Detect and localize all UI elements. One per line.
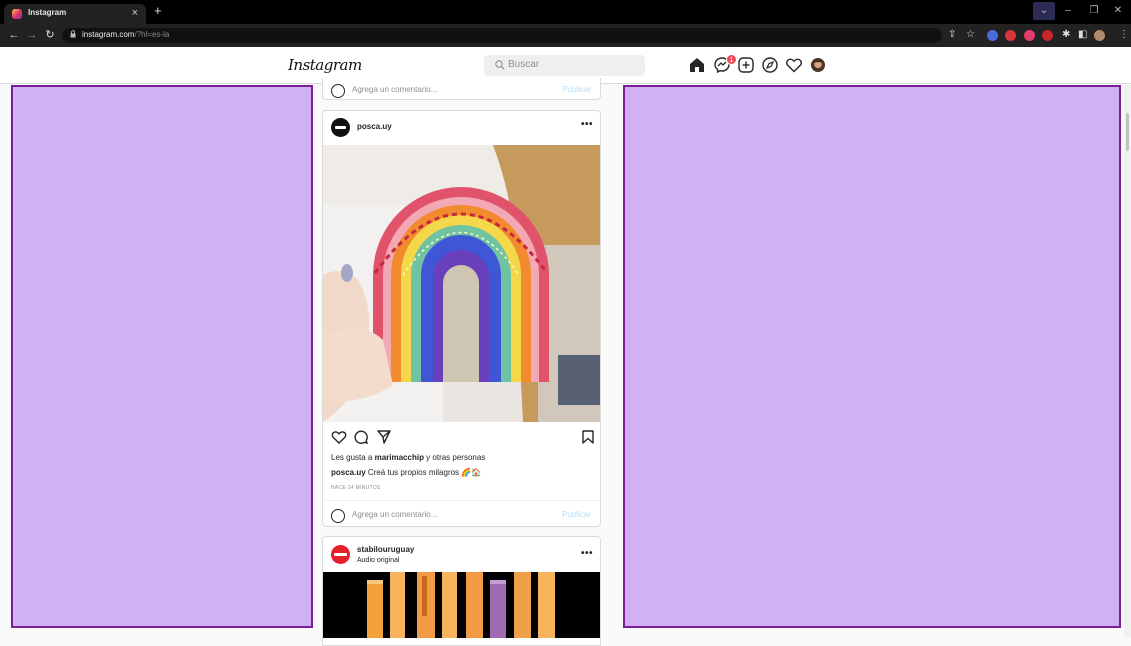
post-username[interactable]: posca.uy — [357, 122, 392, 131]
more-options-icon[interactable]: ••• — [581, 548, 593, 559]
post-username[interactable]: stabilouruguay — [357, 545, 414, 554]
left-panel — [11, 85, 313, 628]
explore-icon[interactable] — [761, 56, 779, 74]
extension-icon[interactable] — [1024, 30, 1035, 41]
share-direct-icon[interactable] — [376, 429, 392, 445]
profile-avatar[interactable] — [809, 56, 827, 74]
instagram-logo[interactable]: Instagram — [288, 56, 362, 74]
forward-icon[interactable]: → — [24, 27, 40, 43]
more-options-icon[interactable]: ••• — [581, 119, 593, 130]
post-video[interactable] — [323, 572, 600, 638]
share-icon[interactable]: ⇪ — [948, 28, 956, 42]
posca-logo-icon — [335, 126, 346, 129]
publish-button[interactable]: Publicar — [562, 85, 591, 94]
comment-icon[interactable] — [353, 429, 369, 445]
extension-icon[interactable] — [987, 30, 998, 41]
save-bookmark-icon[interactable] — [581, 429, 595, 445]
comment-input[interactable]: Agrega un comentario... — [352, 85, 437, 94]
comment-row: Agrega un comentario... Publicar — [323, 503, 600, 525]
post-avatar[interactable] — [331, 545, 350, 564]
close-window-button[interactable]: ✕ — [1107, 2, 1129, 20]
feed-post: stabilouruguay Audio original ••• — [322, 536, 601, 646]
new-post-icon[interactable] — [737, 56, 755, 74]
bookmark-star-icon[interactable]: ☆ — [966, 28, 975, 42]
browser-menu-icon[interactable]: ⋮ — [1119, 28, 1129, 42]
side-panel-icon[interactable]: ◧ — [1078, 28, 1087, 42]
divider — [323, 500, 600, 501]
browser-toolbar: ← → ↻ instagram.com/?hl=es-la ⇪ ☆ ✱ ◧ ⋮ — [0, 24, 1131, 47]
stabilo-logo-icon — [334, 553, 347, 556]
search-icon — [495, 60, 505, 70]
emoji-icon[interactable] — [331, 84, 345, 98]
page-scrollbar[interactable] — [1124, 85, 1131, 637]
publish-button[interactable]: Publicar — [562, 510, 591, 519]
profile-avatar-icon[interactable] — [1094, 30, 1105, 41]
back-icon[interactable]: ← — [6, 27, 22, 43]
browser-tab[interactable]: Instagram × — [4, 4, 146, 24]
right-panel — [623, 85, 1121, 628]
post-avatar[interactable] — [331, 118, 350, 137]
search-input[interactable]: Buscar — [484, 55, 645, 76]
post-caption: posca.uy Creá tus propios milagros 🌈🏠 — [331, 468, 482, 477]
activity-heart-icon[interactable] — [785, 56, 803, 74]
extension-icon[interactable] — [1042, 30, 1053, 41]
new-tab-button[interactable]: + — [154, 4, 162, 18]
tab-close-icon[interactable]: × — [132, 6, 138, 20]
feed-post: posca.uy ••• Les gusta a marimacchip y o… — [322, 110, 601, 527]
minimize-button[interactable]: – — [1057, 2, 1079, 20]
search-placeholder: Buscar — [508, 59, 540, 70]
audio-label[interactable]: Audio original — [357, 557, 399, 564]
extension-icon[interactable] — [1005, 30, 1016, 41]
url-text: instagram.com/?hl=es-la — [82, 30, 170, 39]
comment-input[interactable]: Agrega un comentario... — [352, 510, 437, 519]
tab-title: Instagram — [28, 8, 67, 17]
browser-tab-bar: Instagram × + ⌄ – ❐ ✕ — [0, 0, 1131, 24]
reload-icon[interactable]: ↻ — [42, 27, 58, 43]
caption-username[interactable]: posca.uy — [331, 468, 366, 477]
tab-search-button[interactable]: ⌄ — [1033, 2, 1055, 20]
post-image[interactable] — [323, 145, 600, 422]
emoji-icon[interactable] — [331, 509, 345, 523]
previous-post-comment-row: Agrega un comentario... Publicar — [322, 78, 601, 100]
address-bar[interactable]: instagram.com/?hl=es-la — [62, 28, 942, 43]
scrollbar-thumb[interactable] — [1126, 113, 1129, 151]
instagram-favicon-icon — [12, 9, 22, 19]
restore-button[interactable]: ❐ — [1083, 2, 1105, 20]
home-icon[interactable] — [688, 56, 706, 74]
extensions-puzzle-icon[interactable]: ✱ — [1062, 28, 1070, 42]
messenger-notification-badge: 1 — [726, 54, 737, 65]
post-timestamp[interactable]: HACE 24 MINUTOS — [331, 485, 381, 491]
lock-icon[interactable] — [70, 30, 76, 38]
likes-text[interactable]: Les gusta a marimacchip y otras personas — [331, 453, 485, 462]
like-heart-icon[interactable] — [331, 429, 347, 445]
